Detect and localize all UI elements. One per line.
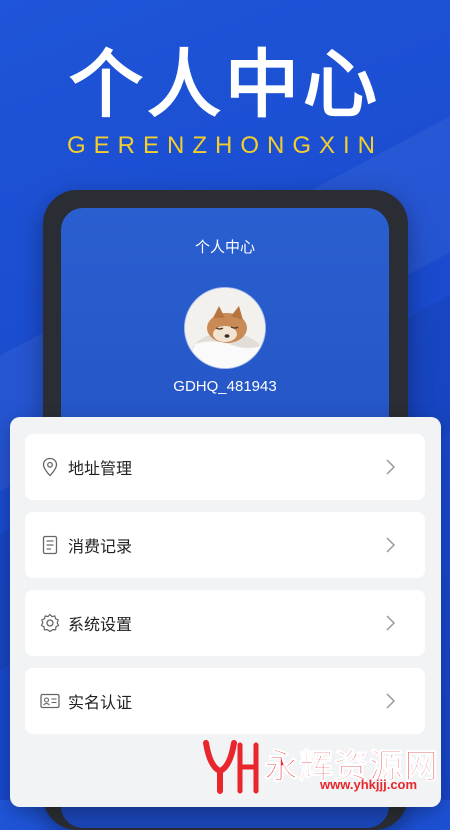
menu-item-system-settings[interactable]: 系统设置 [25, 590, 425, 656]
chevron-right-icon [386, 459, 396, 475]
menu-item-label: 地址管理 [68, 459, 133, 478]
username: GDHQ_481943 [173, 378, 277, 395]
watermark: 永辉资源网 www.yhkjjj.com [200, 737, 445, 795]
menu-item-spending-records[interactable]: 消费记录 [25, 512, 425, 578]
dog-avatar-icon [185, 288, 265, 368]
menu-item-label: 实名认证 [68, 693, 133, 712]
id-card-icon [40, 691, 60, 711]
chevron-right-icon [386, 693, 396, 709]
hero-title: 个人中心 [69, 42, 381, 128]
avatar[interactable] [185, 288, 265, 368]
chevron-right-icon [386, 537, 396, 553]
watermark-logo-icon [203, 740, 259, 794]
menu-item-real-name-verification[interactable]: 实名认证 [25, 668, 425, 734]
page-title: 个人中心 [194, 238, 255, 256]
menu-item-label: 消费记录 [68, 537, 133, 556]
hero-subtitle: GERENZHONGXIN [66, 132, 383, 159]
chevron-right-icon [386, 615, 396, 631]
receipt-icon [40, 535, 60, 555]
watermark-url: www.yhkjjj.com [320, 777, 418, 792]
location-pin-icon [40, 457, 60, 477]
menu-item-label: 系统设置 [68, 615, 133, 634]
menu-item-address[interactable]: 地址管理 [25, 434, 425, 500]
gear-icon [40, 613, 60, 633]
